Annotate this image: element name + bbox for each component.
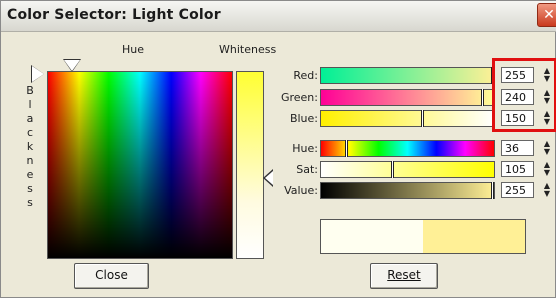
selected-color-swatch bbox=[423, 220, 525, 253]
title-bar[interactable]: Color Selector: Light Color ✕ bbox=[1, 1, 556, 32]
blackness-letter: e bbox=[26, 168, 34, 181]
blue-slider-handle[interactable] bbox=[421, 110, 424, 127]
blackness-letter: s bbox=[27, 196, 33, 209]
reset-button[interactable]: Reset bbox=[370, 263, 438, 289]
value-slider[interactable] bbox=[320, 182, 495, 199]
blackness-pointer-icon[interactable] bbox=[32, 66, 44, 82]
hue-spinner-icon[interactable]: ▲ ▼ bbox=[542, 140, 552, 156]
blackness-letter: B bbox=[26, 84, 34, 97]
current-color-swatch bbox=[321, 220, 423, 253]
blackness-letter: c bbox=[26, 126, 34, 139]
reset-label: Reset bbox=[387, 268, 421, 282]
sat-value-input[interactable]: 105 bbox=[501, 161, 534, 177]
blackness-letter: l bbox=[28, 98, 32, 111]
green-label: Green: bbox=[280, 91, 318, 104]
blackness-letter: k bbox=[26, 140, 34, 153]
sat-spinner-icon[interactable]: ▲ ▼ bbox=[542, 161, 552, 177]
close-button[interactable]: Close bbox=[74, 263, 149, 289]
blackness-letter: a bbox=[26, 112, 34, 125]
color-swatch bbox=[320, 219, 526, 254]
rgb-values-highlight bbox=[492, 58, 556, 132]
close-icon[interactable]: ✕ bbox=[537, 3, 556, 27]
hue-label: Hue: bbox=[292, 142, 318, 155]
blackness-letter: s bbox=[27, 182, 33, 195]
hue-header-label: Hue bbox=[122, 43, 145, 56]
value-value-input[interactable]: 255 bbox=[501, 182, 534, 198]
color-selector-window: Color Selector: Light Color ✕ Hue Whiten… bbox=[0, 0, 556, 298]
value-spinner-icon[interactable]: ▲ ▼ bbox=[542, 182, 552, 198]
green-slider[interactable] bbox=[320, 89, 495, 106]
blue-label: Blue: bbox=[289, 112, 318, 125]
hue-value-input[interactable]: 36 bbox=[501, 140, 534, 156]
blackness-letter: n bbox=[26, 154, 34, 167]
window-title: Color Selector: Light Color bbox=[7, 7, 221, 23]
hue-pointer-icon[interactable] bbox=[64, 60, 80, 71]
blue-slider[interactable] bbox=[320, 110, 495, 127]
value-slider-handle[interactable] bbox=[491, 182, 494, 199]
green-slider-handle[interactable] bbox=[481, 89, 484, 106]
sat-slider-handle[interactable] bbox=[391, 161, 394, 178]
red-label: Red: bbox=[293, 69, 318, 82]
blackness-label: Blackness bbox=[25, 84, 35, 210]
sat-slider[interactable] bbox=[320, 161, 495, 178]
hue-slider-handle[interactable] bbox=[345, 140, 348, 157]
sat-label: Sat: bbox=[296, 163, 318, 176]
value-label: Value: bbox=[284, 184, 318, 197]
hue-blackness-picker[interactable] bbox=[47, 71, 233, 259]
hue-slider[interactable] bbox=[320, 140, 495, 157]
whiteness-header-label: Whiteness bbox=[219, 43, 277, 56]
red-slider[interactable] bbox=[320, 67, 495, 84]
